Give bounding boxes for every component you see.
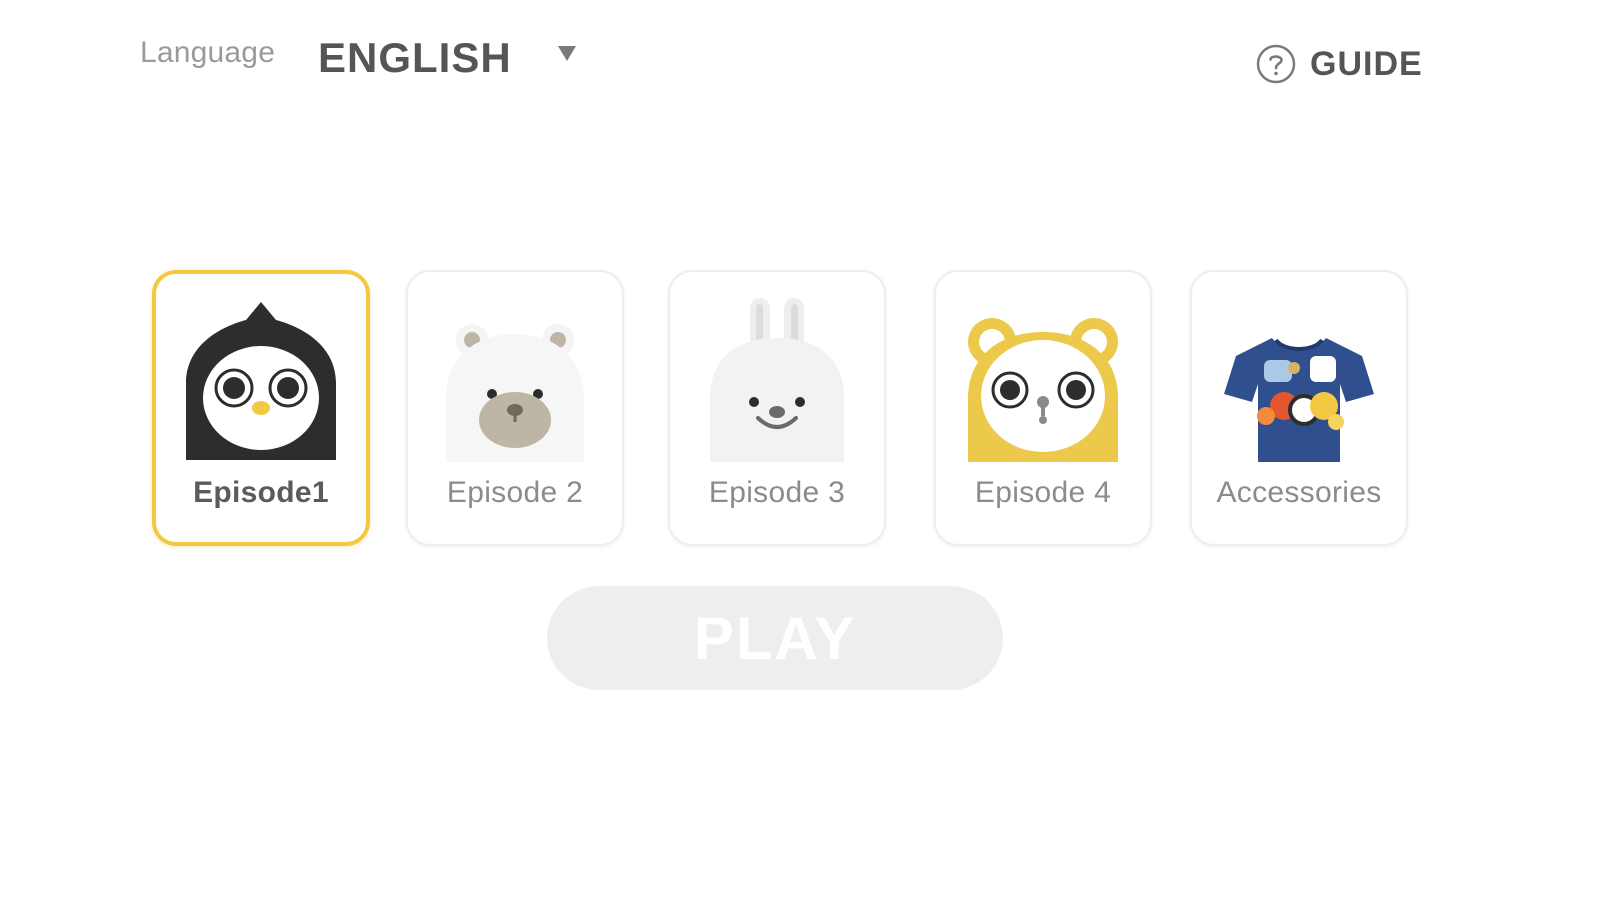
accessories-label: Accessories	[1216, 476, 1382, 509]
guide-button[interactable]: GUIDE	[1256, 40, 1423, 88]
accessories-card[interactable]: Accessories	[1190, 270, 1408, 546]
episode-card-3[interactable]: Episode 3	[668, 270, 886, 546]
language-label: Language	[140, 36, 276, 69]
tshirt-icon	[1224, 338, 1374, 462]
polar-bear-icon	[446, 324, 584, 462]
rabbit-icon	[710, 298, 844, 462]
episode-label: Episode 3	[708, 476, 846, 509]
episode-select-screen: Language ENGLISH GUIDE Episode1 Episode …	[0, 0, 1599, 900]
play-button[interactable]: PLAY	[547, 586, 1003, 690]
episode-label: Episode1	[193, 476, 329, 509]
play-label: PLAY	[693, 604, 857, 672]
language-value: ENGLISH	[318, 34, 512, 81]
guide-label: GUIDE	[1310, 44, 1423, 83]
penguin-icon	[186, 302, 336, 460]
chevron-down-icon	[558, 46, 576, 61]
episode-card-1[interactable]: Episode1	[152, 270, 370, 546]
yellow-bear-icon	[968, 318, 1118, 462]
language-dropdown[interactable]: ENGLISH	[318, 28, 588, 88]
episode-label: Episode 4	[974, 476, 1112, 509]
episode-card-2[interactable]: Episode 2	[406, 270, 624, 546]
episode-label: Episode 2	[446, 476, 584, 509]
episode-card-4[interactable]: Episode 4	[934, 270, 1152, 546]
help-circle-icon	[1256, 44, 1296, 84]
